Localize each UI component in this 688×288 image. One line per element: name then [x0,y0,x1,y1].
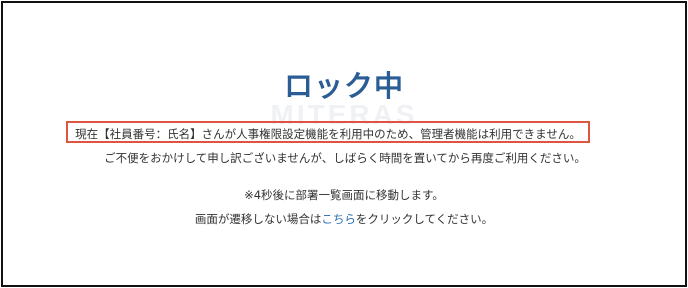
manual-redirect-text-before: 画面が遷移しない場合は [194,212,322,226]
page-title: ロック中 [283,69,404,103]
manual-redirect-line: 画面が遷移しない場合はこちらをクリックしてください。 [3,211,685,227]
screenshot-frame: MITERAS ロック中 現在【社員番号：氏名】さんが人事権限設定機能を利用中の… [1,1,687,287]
manual-redirect-text-after: をクリックしてください。 [355,212,494,226]
highlight-box [66,121,590,143]
redirect-link[interactable]: こちら [321,212,356,226]
redirect-notice: ※4秒後に部署一覧画面に移動します。 [244,188,444,202]
apology-message-line: ご不便をおかけして申し訳ございませんが、しばらく時間を置いてから再度ご利用くださ… [104,151,586,165]
